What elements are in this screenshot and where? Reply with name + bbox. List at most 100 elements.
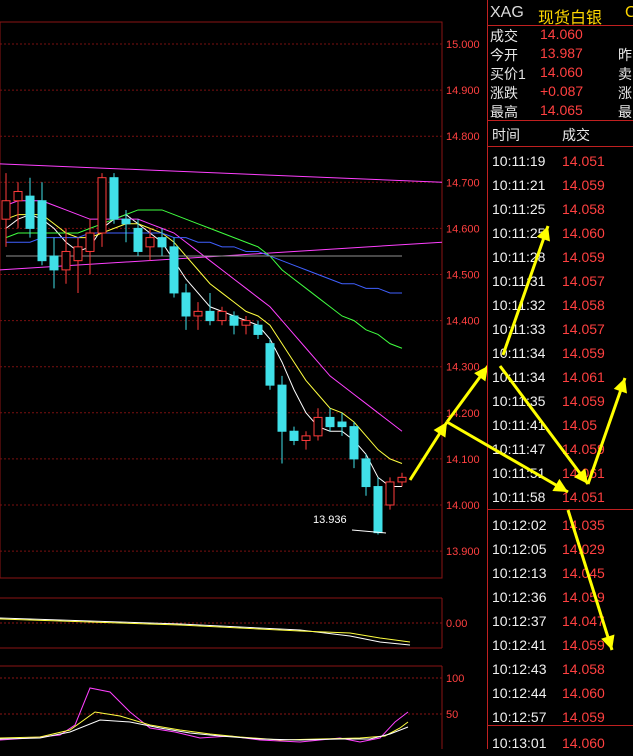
quote-field-value: 14.065 [540,102,583,118]
symbol-code: XAG [490,4,524,21]
tick-price: 14.059 [562,177,605,193]
tick-time: 10:11:41 [492,417,546,433]
tick-row[interactable]: 10:11:47 14.059 [488,438,633,462]
tick-price: 14.029 [562,541,605,557]
candle-body [73,246,83,262]
tick-time: 10:12:13 [492,565,547,581]
tick-row[interactable]: 10:12:57 14.059 [488,706,633,730]
candle-body [49,255,59,271]
candle-body [25,195,35,229]
code-fragment: C [625,4,633,21]
tick-row[interactable]: 10:12:02 14.035 [488,514,633,538]
candle-body [193,310,203,317]
tick-price: 14.057 [562,273,605,289]
quote-field-label: 买价1 [490,66,526,82]
price-tick-label: 14.900 [446,85,480,97]
candle-body [241,320,251,326]
tick-time: 10:11:33 [492,321,546,337]
tick-row[interactable]: 10:13:01 14.060 [488,732,633,756]
tick-price: 14.051 [562,153,605,169]
tick-time: 10:11:58 [492,489,546,505]
candle [61,228,71,284]
ticks-table-header: 时间 成交 [488,120,633,147]
candle [181,283,191,330]
candle [1,173,11,247]
tick-row[interactable]: 10:11:41 14.05 [488,414,633,438]
tick-price: 14.059 [562,393,605,409]
tick-row[interactable]: 10:11:25 14.060 [488,222,633,246]
kline-chart-area[interactable]: 15.000 14.900 14.800 14.700 14.600 14.500 14.4… [0,0,488,749]
price-tick-label: 14.500 [446,270,480,282]
price-tick-label: 14.700 [446,177,480,189]
tick-row[interactable]: 10:11:21 14.059 [488,174,633,198]
tick-time: 10:11:25 [492,201,546,217]
minute-separator [488,509,633,510]
candle [325,408,335,432]
tick-row[interactable]: 10:11:25 14.058 [488,198,633,222]
tick-row[interactable]: 10:12:41 14.059 [488,634,633,658]
candlesticks [1,173,407,535]
tick-time: 10:11:31 [492,273,546,289]
tick-row[interactable]: 10:12:37 14.047 [488,610,633,634]
tick-row[interactable]: 10:12:43 14.058 [488,658,633,682]
candle [361,454,371,496]
tick-time: 10:11:32 [492,297,546,313]
moving-average-line [5,209,403,349]
price-tick-label: 13.900 [446,546,480,558]
candle-body [109,177,119,220]
candle-body [97,177,107,234]
tick-price: 14.058 [562,201,605,217]
tick-row[interactable]: 10:11:34 14.061 [488,366,633,390]
tick-time: 10:12:43 [492,661,547,677]
candle [37,182,47,266]
candle [217,306,227,326]
tick-row[interactable]: 10:11:32 14.058 [488,294,633,318]
tick-row[interactable]: 10:11:28 14.059 [488,246,633,270]
candle-body [61,250,71,271]
tick-price: 14.051 [562,489,605,505]
tick-time: 10:11:47 [492,441,546,457]
quote-panel: XAG 现货白银 C 成交 14.060 今开 13.987 昨买价1 14.060 卖涨跌… [487,0,633,751]
kdj-tick-label-100: 100 [446,673,464,685]
candle-body [217,310,227,322]
candle-body [337,421,347,428]
tick-time: 10:11:35 [492,393,546,409]
kdj-tick-label-50: 50 [446,709,458,721]
candle [337,412,347,436]
macd-tick-label: 0.00 [446,618,467,630]
macd-line-white [0,617,411,646]
tick-row[interactable]: 10:11:34 14.059 [488,342,633,366]
tick-row[interactable]: 10:12:05 14.029 [488,538,633,562]
quote-field-label: 成交 [490,28,518,44]
tick-row[interactable]: 10:11:19 14.051 [488,150,633,174]
candle [49,237,59,289]
candle [301,431,311,450]
tick-row[interactable]: 10:11:31 14.057 [488,270,633,294]
tick-row[interactable]: 10:11:33 14.057 [488,318,633,342]
tick-row[interactable]: 10:11:51 14.061 [488,462,633,486]
quote-field-label-2: 最 [618,104,632,120]
quote-field-label-2: 卖 [618,66,632,82]
tick-row[interactable]: 10:12:36 14.059 [488,586,633,610]
price-tick-label: 14.300 [446,362,480,374]
tick-time: 10:12:36 [492,589,547,605]
quote-field-row: 今开 13.987 昨 [488,44,633,63]
candle-body [169,246,179,294]
tick-row[interactable]: 10:12:13 14.045 [488,562,633,586]
candle-body [157,237,167,248]
candle-body [277,384,287,432]
tick-row[interactable]: 10:11:35 14.059 [488,390,633,414]
candle-body [181,292,191,317]
candle-body [265,343,275,386]
candle-body [397,476,407,483]
tick-row[interactable]: 10:11:58 14.051 [488,486,633,510]
macd-panel: 0.00 [0,597,467,649]
quote-field-row: 买价1 14.060 卖 [488,63,633,82]
quote-field-value: 14.060 [540,64,583,80]
quote-field-row: 涨跌 +0.087 涨 [488,82,633,101]
price-tick-label: 14.600 [446,223,480,235]
tick-time: 10:12:05 [492,541,547,557]
kdj-line-white [0,719,409,741]
candle [121,209,131,243]
tick-row[interactable]: 10:12:44 14.060 [488,682,633,706]
